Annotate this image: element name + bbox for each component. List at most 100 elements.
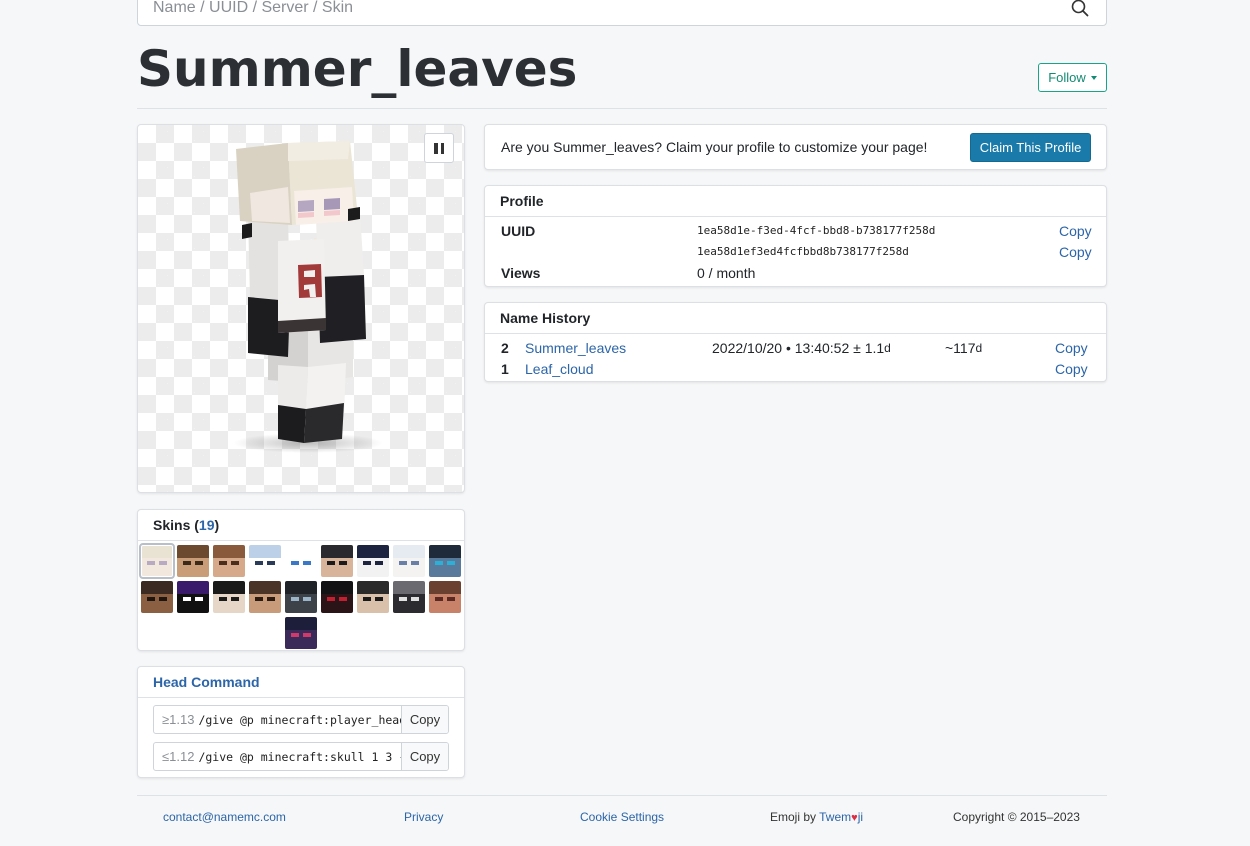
copy-name-link[interactable]: Copy [1055, 340, 1088, 356]
skin-eye [195, 597, 203, 601]
footer-copyright: Copyright © 2015–2023 [953, 810, 1080, 824]
skin-thumbnail[interactable] [141, 581, 173, 613]
history-ago-unit: d [975, 341, 983, 355]
skin-render[interactable] [138, 125, 465, 493]
uuid-plain: 1ea58d1ef3ed4fcfbbd8b738177f258d [697, 245, 909, 258]
skin-eye [435, 561, 443, 565]
skin-eye [159, 597, 167, 601]
skin-thumbnail[interactable] [213, 581, 245, 613]
skin-eye [183, 561, 191, 565]
skin-thumbnail[interactable] [285, 617, 317, 649]
skin-eye [219, 561, 227, 565]
head-command-113[interactable]: ≥1.13 /give @p minecraft:player_head{Sku… [153, 705, 449, 734]
skin-eye [231, 561, 239, 565]
skin-eye [147, 561, 155, 565]
skin-thumbnail[interactable] [285, 581, 317, 613]
head-command-card: Head Command ≥1.13 /give @p minecraft:pl… [137, 666, 465, 778]
skin-thumbnail[interactable] [357, 581, 389, 613]
skin-eye [195, 561, 203, 565]
skin-eye [291, 561, 299, 565]
skin-thumbnail[interactable] [429, 581, 461, 613]
skin-thumbnail[interactable] [321, 545, 353, 577]
skins-grid [138, 543, 464, 651]
skin-eye [159, 561, 167, 565]
history-name-link[interactable]: Summer_leaves [525, 340, 626, 356]
claim-text: Are you Summer_leaves? Claim your profil… [501, 139, 928, 155]
skin-thumbnail[interactable] [357, 545, 389, 577]
skin-eye [255, 597, 263, 601]
skin-eye [303, 633, 311, 637]
skin-eye [291, 633, 299, 637]
skin-eye [183, 597, 191, 601]
skin-viewer[interactable] [137, 124, 465, 493]
skin-eye [447, 597, 455, 601]
version-label: ≥1.13 [162, 712, 195, 727]
uuid-label: UUID [501, 223, 536, 239]
claim-banner: Are you Summer_leaves? Claim your profil… [484, 124, 1107, 170]
skin-eye [435, 597, 443, 601]
skin-eye [291, 597, 299, 601]
skin-eye [267, 597, 275, 601]
copy-uuid-dashed-link[interactable]: Copy [1059, 223, 1092, 239]
skin-eye [411, 561, 419, 565]
skin-eye [339, 597, 347, 601]
history-number: 2 [501, 340, 509, 356]
skin-eye [327, 561, 335, 565]
views-value: 0 / month [697, 265, 756, 281]
skin-eye [267, 561, 275, 565]
command-input[interactable]: /give @p minecraft:player_head{SkullOwne… [198, 706, 401, 733]
skin-thumbnail[interactable] [249, 581, 281, 613]
skin-eye [447, 561, 455, 565]
name-history-card: Name History 2 Summer_leaves 2022/10/20 … [484, 302, 1107, 382]
page: Summer_leaves Follow [0, 0, 1250, 846]
copy-button[interactable]: Copy [401, 743, 448, 770]
head-command-title[interactable]: Head Command [138, 667, 464, 698]
skin-eye [363, 597, 371, 601]
skin-thumbnail[interactable] [177, 581, 209, 613]
footer-email-link[interactable]: contact@namemc.com [163, 810, 286, 824]
footer-privacy-link[interactable]: Privacy [404, 810, 443, 824]
uuid-dashed: 1ea58d1e-f3ed-4fcf-bbd8-b738177f258d [697, 224, 936, 237]
claim-profile-button[interactable]: Claim This Profile [970, 132, 1091, 162]
skin-thumbnail[interactable] [393, 581, 425, 613]
version-label: ≤1.12 [162, 749, 195, 764]
copy-name-link[interactable]: Copy [1055, 361, 1088, 377]
skins-count[interactable]: 19 [199, 517, 215, 533]
follow-button[interactable]: Follow [1038, 63, 1107, 92]
follow-label: Follow [1048, 70, 1086, 85]
skin-eye [303, 597, 311, 601]
skin-eye [363, 561, 371, 565]
footer-cookie-settings-link[interactable]: Cookie Settings [580, 810, 664, 824]
skin-eye [339, 561, 347, 565]
search-input[interactable] [153, 0, 1069, 17]
footer-emoji-credit: Emoji by Twem♥ji [770, 810, 863, 824]
skin-thumbnail[interactable] [393, 545, 425, 577]
search-bar[interactable] [137, 0, 1107, 26]
history-number: 1 [501, 361, 509, 377]
command-input[interactable]: /give @p minecraft:skull 1 3 {SkullOwner… [198, 743, 401, 770]
skin-thumbnail[interactable] [321, 581, 353, 613]
copy-button[interactable]: Copy [401, 706, 448, 733]
caret-down-icon [1090, 75, 1097, 80]
skin-thumbnail[interactable] [429, 545, 461, 577]
page-title: Summer_leaves [137, 40, 578, 98]
history-name-link[interactable]: Leaf_cloud [525, 361, 594, 377]
skin-eye [219, 597, 227, 601]
head-command-112[interactable]: ≤1.12 /give @p minecraft:skull 1 3 {Skul… [153, 742, 449, 771]
skin-eye [399, 597, 407, 601]
skin-eye [411, 597, 419, 601]
skin-thumbnail[interactable] [213, 545, 245, 577]
skin-thumbnail[interactable] [139, 543, 175, 579]
skin-thumbnail[interactable] [285, 545, 317, 577]
footer-divider [137, 795, 1107, 796]
skin-eye [147, 597, 155, 601]
skin-thumbnail[interactable] [177, 545, 209, 577]
views-label: Views [501, 265, 541, 281]
search-icon[interactable] [1069, 0, 1091, 19]
history-date-unit: d [884, 341, 891, 355]
copy-uuid-plain-link[interactable]: Copy [1059, 244, 1092, 260]
twemoji-link[interactable]: Twem♥ji [819, 810, 863, 824]
twemoji-link-end: ji [857, 810, 864, 824]
history-ago: ~117 [945, 340, 976, 356]
skin-thumbnail[interactable] [249, 545, 281, 577]
